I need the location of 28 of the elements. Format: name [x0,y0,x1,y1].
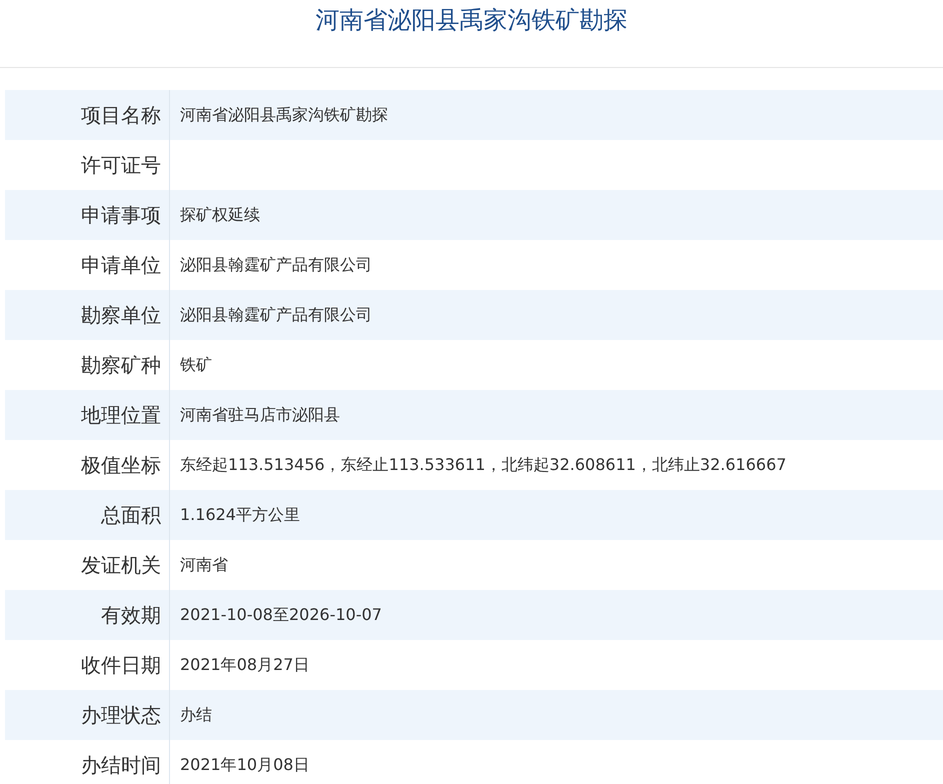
field-label: 有效期 [101,602,161,629]
field-label: 办结时间 [81,752,161,779]
field-label: 地理位置 [81,402,161,429]
field-label: 申请单位 [81,252,161,279]
field-label: 项目名称 [81,102,161,129]
field-label: 勘察矿种 [81,352,161,379]
field-value: 河南省驻马店市泌阳县 [180,404,340,426]
field-value: 2021-10-08至2026-10-07 [180,604,382,626]
field-value: 探矿权延续 [180,204,260,226]
field-value: 铁矿 [180,354,212,376]
field-value: 2021年08月27日 [180,654,310,676]
field-value: 泌阳县翰霆矿产品有限公司 [180,304,372,326]
field-value: 河南省泌阳县禹家沟铁矿勘探 [180,104,388,126]
field-label: 勘察单位 [81,302,161,329]
field-value: 2021年10月08日 [180,754,310,776]
field-value: 东经起113.513456，东经止113.533611，北纬起32.608611，北纬止32.616667 [180,454,786,476]
page-title: 河南省泌阳县禹家沟铁矿勘探 [316,5,628,36]
field-value: 河南省 [180,554,228,576]
field-value: 办结 [180,704,212,726]
field-label: 发证机关 [81,552,161,579]
field-value: 1.1624平方公里 [180,504,300,526]
field-label: 办理状态 [81,702,161,729]
field-label: 极值坐标 [81,452,161,479]
field-value: 泌阳县翰霆矿产品有限公司 [180,254,372,276]
field-label: 申请事项 [81,202,161,229]
field-label: 许可证号 [81,152,161,179]
field-label: 总面积 [101,502,161,529]
field-label: 收件日期 [81,652,161,679]
